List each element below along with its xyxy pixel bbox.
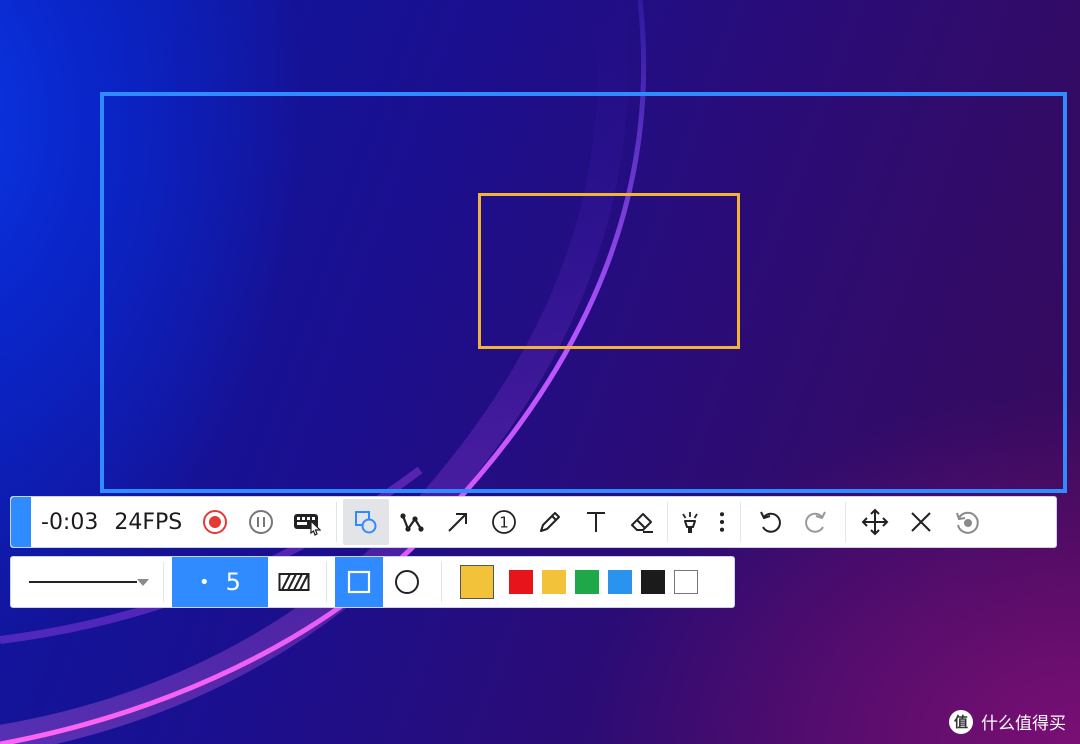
chevron-down-icon — [137, 579, 149, 586]
keyboard-mouse-button[interactable] — [284, 499, 330, 545]
toolbar-separator — [441, 562, 442, 602]
move-button[interactable] — [852, 499, 898, 545]
text-icon — [587, 512, 606, 532]
current-color-swatch[interactable] — [460, 565, 494, 599]
reset-button[interactable] — [944, 499, 990, 545]
highlighter-tool-button[interactable] — [670, 499, 710, 545]
stroke-size-selector[interactable]: • 5 — [172, 557, 268, 607]
text-tool-button[interactable] — [573, 499, 619, 545]
color-swatch-blue[interactable] — [608, 570, 632, 594]
eraser-tool-button[interactable] — [619, 499, 665, 545]
record-icon — [203, 510, 228, 534]
step-number-icon: 1 — [492, 510, 517, 534]
recording-toolbar: -0:03 24FPS 1 — [10, 496, 1057, 548]
close-button[interactable] — [898, 499, 944, 545]
arrow-tool-button[interactable] — [435, 499, 481, 545]
square-icon — [347, 570, 371, 594]
toolbar-separator — [163, 562, 164, 602]
highlighter-icon — [682, 512, 698, 533]
pause-icon — [249, 510, 274, 534]
polyline-tool-button[interactable] — [389, 499, 435, 545]
shape-tool-button[interactable] — [343, 499, 390, 545]
toolbar-separator — [326, 562, 327, 602]
color-swatch-black[interactable] — [641, 570, 665, 594]
more-icon — [720, 512, 725, 532]
color-swatch-green[interactable] — [575, 570, 599, 594]
drawing-options-toolbar: • 5 — [10, 556, 735, 608]
size-dot-icon: • — [199, 571, 210, 593]
more-button[interactable] — [710, 499, 734, 545]
close-icon — [911, 512, 931, 532]
rectangle-shape-button[interactable] — [335, 557, 383, 607]
recording-timer: -0:03 — [41, 509, 99, 535]
arrow-icon — [448, 513, 468, 532]
watermark-text: 什么值得买 — [981, 714, 1066, 734]
move-icon — [861, 508, 889, 536]
redo-icon — [805, 511, 827, 533]
color-swatch-yellow[interactable] — [542, 570, 566, 594]
fps-label: 24FPS — [114, 509, 183, 535]
stroke-size-value: 5 — [225, 568, 241, 596]
toolbar-separator — [845, 502, 847, 542]
fill-toggle-button[interactable] — [268, 559, 320, 605]
toolbar-drag-handle[interactable] — [11, 497, 31, 547]
polyline-icon — [400, 513, 424, 532]
watermark: 值 什么值得买 — [949, 709, 1066, 734]
hatched-fill-icon — [278, 573, 310, 591]
step-number-glyph: 1 — [499, 514, 509, 532]
keyboard-mouse-icon — [294, 514, 322, 536]
shape-tool-icon — [355, 511, 377, 534]
eraser-icon — [631, 513, 654, 533]
redo-button[interactable] — [793, 499, 839, 545]
record-button[interactable] — [192, 499, 238, 545]
undo-icon — [760, 511, 782, 533]
line-style-dropdown[interactable] — [11, 557, 163, 607]
ellipse-shape-button[interactable] — [383, 557, 431, 607]
solid-line-preview — [29, 581, 137, 583]
circle-icon — [395, 570, 419, 594]
watermark-logo-icon: 值 — [949, 709, 973, 734]
undo-button[interactable] — [747, 499, 793, 545]
annotation-rectangle[interactable] — [478, 193, 740, 349]
toolbar-separator — [336, 502, 338, 542]
toolbar-separator — [740, 502, 742, 542]
pencil-tool-button[interactable] — [527, 499, 573, 545]
toolbar-separator — [667, 502, 669, 542]
color-swatch-red[interactable] — [509, 570, 533, 594]
pencil-icon — [540, 512, 561, 532]
color-swatch-white[interactable] — [674, 570, 698, 594]
pause-button[interactable] — [238, 499, 284, 545]
step-number-tool-button[interactable]: 1 — [481, 499, 527, 545]
reset-icon — [956, 511, 979, 534]
